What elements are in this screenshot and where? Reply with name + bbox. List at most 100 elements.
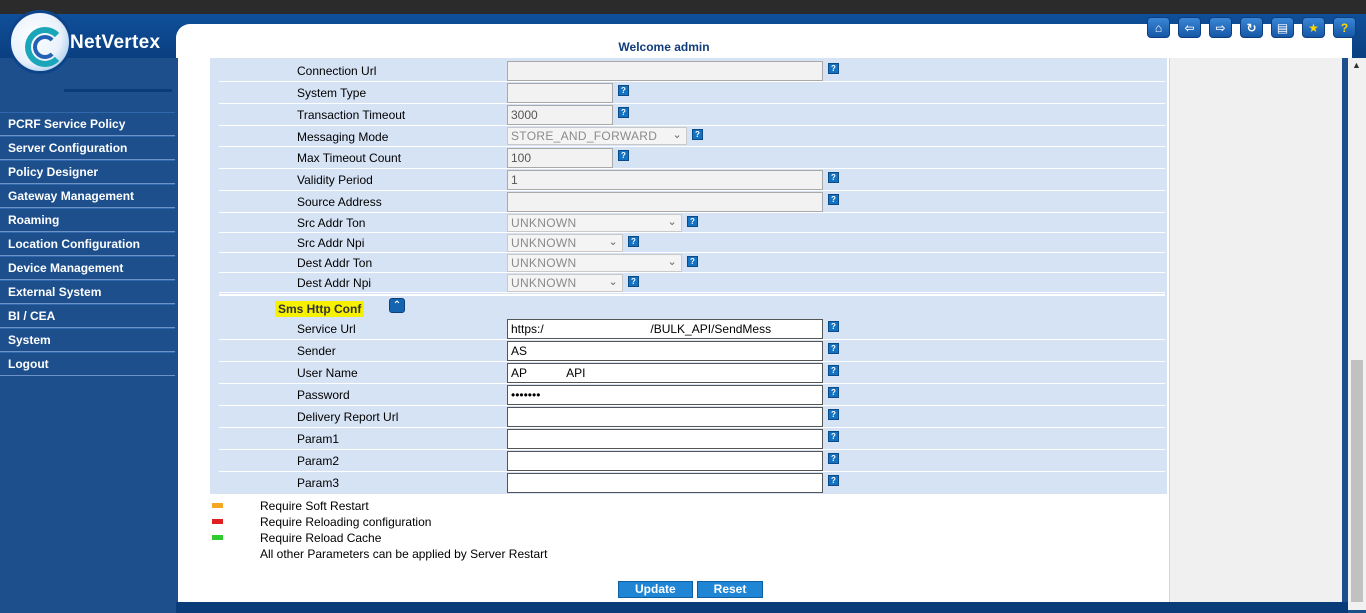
field-label: Param2 bbox=[297, 454, 340, 468]
form-row: Max Timeout Count ? bbox=[219, 147, 1165, 169]
legend-text: All other Parameters can be applied by S… bbox=[260, 547, 548, 561]
help-icon[interactable]: ? bbox=[1333, 17, 1356, 38]
help-icon[interactable]: ? bbox=[618, 150, 629, 161]
toolbar: ⌂ ⇦ ⇨ ↻ ▤ ★ ? bbox=[1147, 17, 1356, 38]
field-label: Src Addr Ton bbox=[297, 216, 366, 230]
sidebar-item-external-system[interactable]: External System bbox=[0, 280, 175, 304]
form-row: Dest Addr Ton UNKNOWN ⌄ ? bbox=[219, 253, 1165, 273]
reset-button[interactable]: Reset bbox=[696, 581, 764, 598]
help-icon[interactable]: ? bbox=[692, 129, 703, 140]
refresh-icon[interactable]: ↻ bbox=[1240, 17, 1263, 38]
sidebar-item-location-configuration[interactable]: Location Configuration bbox=[0, 232, 175, 256]
orange-swatch bbox=[212, 503, 223, 508]
help-icon[interactable]: ? bbox=[828, 172, 839, 183]
logo-emblem bbox=[8, 10, 72, 74]
help-icon[interactable]: ? bbox=[828, 453, 839, 464]
window-top-strip bbox=[0, 0, 1366, 14]
chevron-down-icon: ⌄ bbox=[608, 236, 618, 248]
select-value: UNKNOWN bbox=[511, 236, 577, 250]
user-name-field[interactable] bbox=[507, 363, 823, 383]
update-button[interactable]: Update bbox=[618, 581, 693, 598]
service-url-field[interactable] bbox=[507, 319, 823, 339]
sidebar-item-system[interactable]: System bbox=[0, 328, 175, 352]
sidebar-item-device-management[interactable]: Device Management bbox=[0, 256, 175, 280]
sidebar-item-policy-designer[interactable]: Policy Designer bbox=[0, 160, 175, 184]
field-label: System Type bbox=[297, 86, 367, 100]
help-icon[interactable]: ? bbox=[828, 409, 839, 420]
section-title: Sms Http Conf bbox=[275, 301, 365, 317]
print-icon[interactable]: ▤ bbox=[1271, 17, 1294, 38]
select-value: UNKNOWN bbox=[511, 276, 577, 290]
help-icon[interactable]: ? bbox=[828, 321, 839, 332]
scroll-thumb[interactable] bbox=[1351, 360, 1363, 602]
source-address-field[interactable] bbox=[507, 192, 823, 212]
main-content: Connection Url ? System Type ? Transacti… bbox=[178, 58, 1342, 602]
param2-field[interactable] bbox=[507, 451, 823, 471]
back-icon[interactable]: ⇦ bbox=[1178, 17, 1201, 38]
form-row: Src Addr Ton UNKNOWN ⌄ ? bbox=[219, 213, 1165, 233]
max-timeout-count-field[interactable] bbox=[507, 148, 613, 168]
help-icon[interactable]: ? bbox=[628, 276, 639, 287]
favorite-icon[interactable]: ★ bbox=[1302, 17, 1325, 38]
field-label: Delivery Report Url bbox=[297, 410, 399, 424]
home-icon[interactable]: ⌂ bbox=[1147, 17, 1170, 38]
src-addr-npi-select[interactable]: UNKNOWN ⌄ bbox=[507, 234, 623, 252]
chevron-down-icon: ⌄ bbox=[672, 129, 682, 141]
form-row: Password ? bbox=[219, 384, 1165, 406]
right-panel bbox=[1169, 58, 1342, 602]
brand-name: NetVertex bbox=[70, 32, 161, 53]
legend-text: Require Soft Restart bbox=[260, 499, 369, 513]
help-icon[interactable]: ? bbox=[618, 107, 629, 118]
dest-addr-ton-select[interactable]: UNKNOWN ⌄ bbox=[507, 254, 682, 272]
delivery-report-url-field[interactable] bbox=[507, 407, 823, 427]
connection-url-field[interactable] bbox=[507, 61, 823, 81]
help-icon[interactable]: ? bbox=[628, 236, 639, 247]
transaction-timeout-field[interactable] bbox=[507, 105, 613, 125]
vertical-scrollbar[interactable]: ▲ bbox=[1348, 58, 1366, 610]
help-icon[interactable]: ? bbox=[687, 216, 698, 227]
system-type-field[interactable] bbox=[507, 83, 613, 103]
dest-addr-npi-select[interactable]: UNKNOWN ⌄ bbox=[507, 274, 623, 292]
form-row: Messaging Mode STORE_AND_FORWARD ⌄ ? bbox=[219, 126, 1165, 147]
sidebar-item-roaming[interactable]: Roaming bbox=[0, 208, 175, 232]
sender-field[interactable] bbox=[507, 341, 823, 361]
src-addr-ton-select[interactable]: UNKNOWN ⌄ bbox=[507, 214, 682, 232]
sidebar-item-gateway-management[interactable]: Gateway Management bbox=[0, 184, 175, 208]
form-row: System Type ? bbox=[219, 82, 1165, 104]
sidebar-item-logout[interactable]: Logout bbox=[0, 352, 175, 376]
validity-period-field[interactable] bbox=[507, 170, 823, 190]
action-buttons: Update Reset bbox=[618, 581, 764, 598]
help-icon[interactable]: ? bbox=[828, 365, 839, 376]
messaging-mode-select[interactable]: STORE_AND_FORWARD ⌄ bbox=[507, 127, 687, 145]
password-field[interactable] bbox=[507, 385, 823, 405]
chevron-down-icon: ⌄ bbox=[667, 256, 677, 268]
sms-http-conf-header: Sms Http Conf ⌃ bbox=[219, 294, 1165, 318]
sidebar-item-pcrf-service-policy[interactable]: PCRF Service Policy bbox=[0, 112, 175, 136]
sidebar-item-server-configuration[interactable]: Server Configuration bbox=[0, 136, 175, 160]
scroll-up-icon[interactable]: ▲ bbox=[1352, 60, 1361, 70]
help-icon[interactable]: ? bbox=[828, 387, 839, 398]
param3-field[interactable] bbox=[507, 473, 823, 493]
help-icon[interactable]: ? bbox=[828, 431, 839, 442]
param1-field[interactable] bbox=[507, 429, 823, 449]
forward-icon[interactable]: ⇨ bbox=[1209, 17, 1232, 38]
field-label: Source Address bbox=[297, 195, 382, 209]
field-label: Dest Addr Npi bbox=[297, 276, 372, 290]
help-icon[interactable]: ? bbox=[687, 256, 698, 267]
help-icon[interactable]: ? bbox=[618, 85, 629, 96]
config-form: Connection Url ? System Type ? Transacti… bbox=[210, 58, 1167, 494]
field-label: Password bbox=[297, 388, 350, 402]
help-icon[interactable]: ? bbox=[828, 343, 839, 354]
sidebar-item-bi-cea[interactable]: BI / CEA bbox=[0, 304, 175, 328]
collapse-icon[interactable]: ⌃ bbox=[389, 298, 405, 313]
help-icon[interactable]: ? bbox=[828, 63, 839, 74]
field-label: Sender bbox=[297, 344, 336, 358]
form-row: User Name ? bbox=[219, 362, 1165, 384]
field-label: Connection Url bbox=[297, 64, 377, 78]
field-label: Messaging Mode bbox=[297, 130, 389, 144]
help-icon[interactable]: ? bbox=[828, 475, 839, 486]
help-icon[interactable]: ? bbox=[828, 194, 839, 205]
select-value: STORE_AND_FORWARD bbox=[511, 129, 658, 143]
select-value: UNKNOWN bbox=[511, 256, 577, 270]
netvertex-logo: NetVertex bbox=[4, 8, 172, 92]
